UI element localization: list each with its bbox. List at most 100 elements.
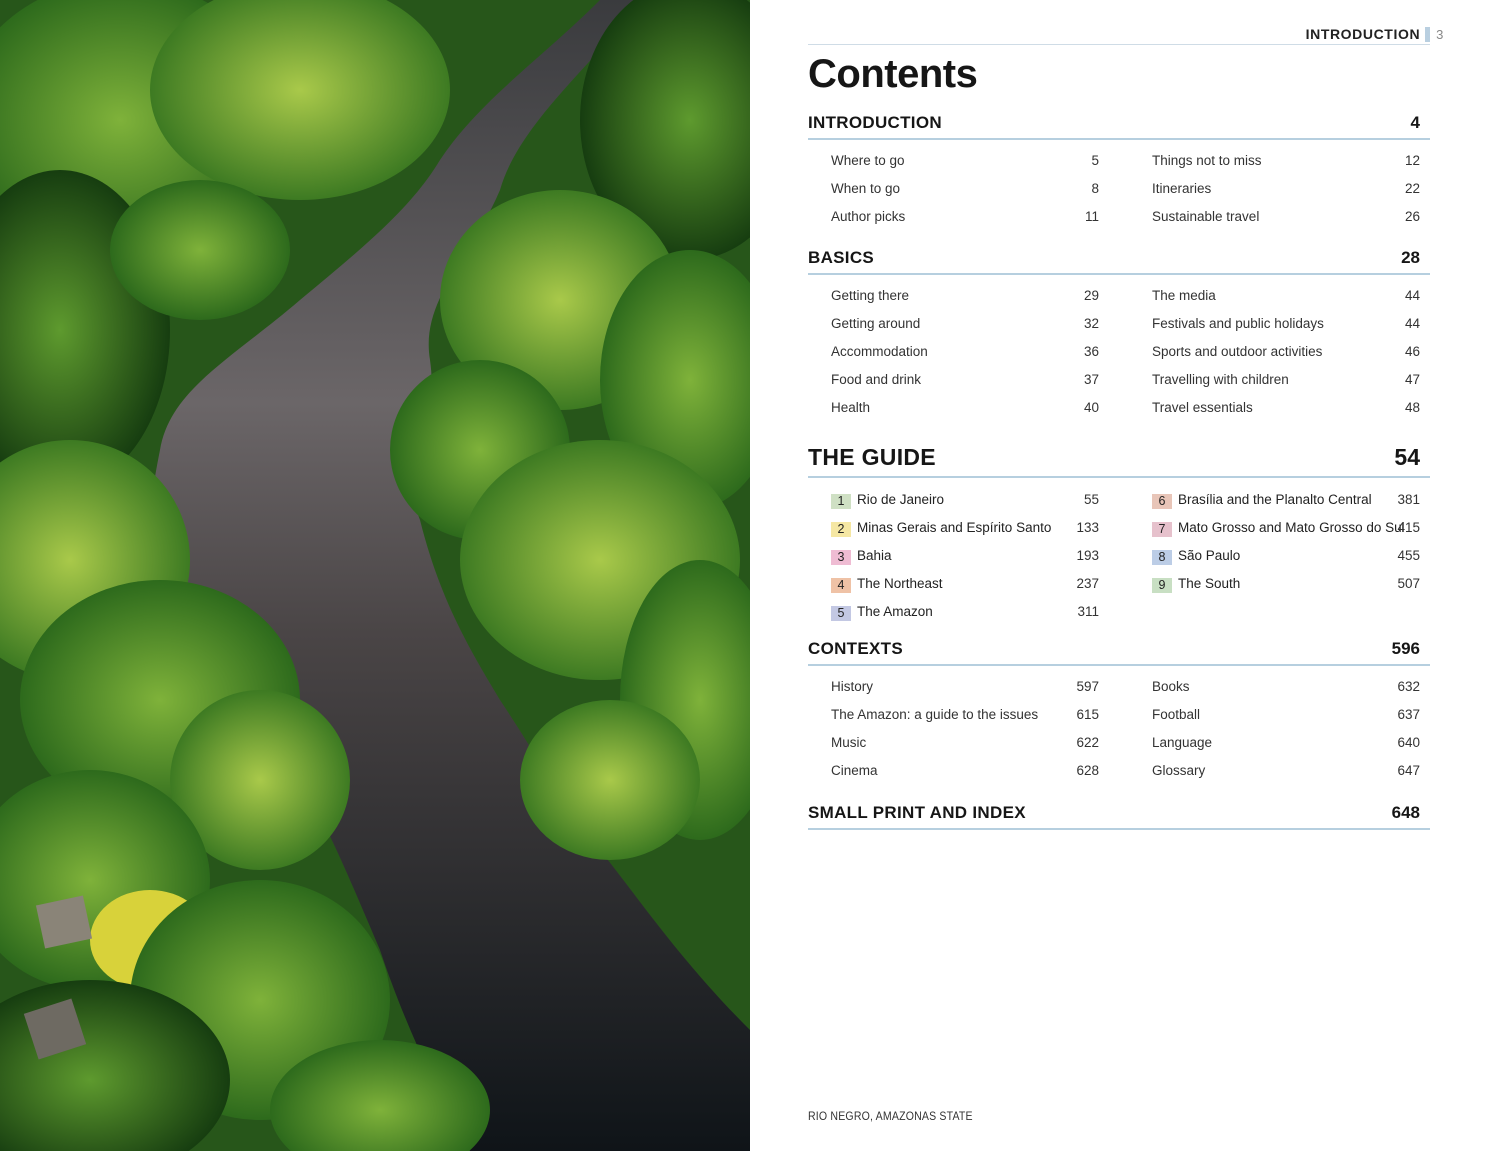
toc-entry[interactable]: Getting around 32 <box>831 311 1099 339</box>
guide-chapter-entry[interactable]: 2 Minas Gerais and Espírito Santo 133 <box>831 515 1099 543</box>
entry-page: 44 <box>1404 316 1420 331</box>
entry-label: Travelling with children <box>1152 372 1289 387</box>
guide-chapter-entry[interactable]: 5 The Amazon 311 <box>831 599 1099 627</box>
chapter-number-chip: 9 <box>1152 578 1172 593</box>
toc-entry[interactable]: Glossary 647 <box>1152 758 1420 786</box>
guide-chapter-entry[interactable]: 8 São Paulo 455 <box>1152 543 1420 571</box>
entry-label: Books <box>1152 679 1190 694</box>
toc-entry[interactable]: Where to go 5 <box>831 148 1099 176</box>
section-small-print: SMALL PRINT AND INDEX 648 <box>808 802 1430 830</box>
entry-page: 36 <box>1083 344 1099 359</box>
entry-label: Brasília and the Planalto Central <box>1178 492 1372 507</box>
chapter-number-chip: 1 <box>831 494 851 509</box>
section-name: CONTEXTS <box>808 639 903 658</box>
chapter-number-chip: 7 <box>1152 522 1172 537</box>
entry-label: Health <box>831 400 871 415</box>
toc-entry[interactable]: Sports and outdoor activities 46 <box>1152 339 1420 367</box>
section-introduction: INTRODUCTION 4 Where to go 5 When to go 8 … <box>808 112 1430 224</box>
section-heading[interactable]: CONTEXTS 596 <box>808 638 1430 666</box>
toc-entry[interactable]: Football 637 <box>1152 702 1420 730</box>
section-page: 28 <box>1401 248 1420 267</box>
entry-label: Minas Gerais and Espírito Santo <box>857 520 1052 535</box>
toc-entry[interactable]: Cinema 628 <box>831 758 1099 786</box>
entry-page: 632 <box>1397 679 1420 694</box>
toc-entry[interactable]: Itineraries 22 <box>1152 176 1420 204</box>
running-head: INTRODUCTION 3 <box>1306 26 1444 42</box>
section-heading[interactable]: SMALL PRINT AND INDEX 648 <box>808 802 1430 830</box>
top-rule <box>808 44 1430 45</box>
entry-page: 311 <box>1077 604 1099 619</box>
section-heading[interactable]: THE GUIDE 54 <box>808 444 1430 478</box>
running-head-section: INTRODUCTION <box>1305 26 1421 42</box>
toc-entry[interactable]: Music 622 <box>831 730 1099 758</box>
entry-page: 597 <box>1076 679 1099 694</box>
toc-entry[interactable]: Food and drink 37 <box>831 367 1099 395</box>
page-title: Contents <box>808 52 978 96</box>
entry-page: 11 <box>1084 209 1099 224</box>
entry-page: 8 <box>1091 181 1099 196</box>
toc-entry[interactable]: Things not to miss 12 <box>1152 148 1420 176</box>
entry-page: 381 <box>1397 492 1420 507</box>
chapter-number-chip: 3 <box>831 550 851 565</box>
entry-label: Sports and outdoor activities <box>1152 344 1323 359</box>
entry-label: Food and drink <box>831 372 922 387</box>
section-contexts: CONTEXTS 596 History 597 The Amazon: a gu… <box>808 638 1430 778</box>
entry-label: Music <box>831 735 867 750</box>
entry-label: The media <box>1152 288 1216 303</box>
section-heading[interactable]: INTRODUCTION 4 <box>808 112 1430 140</box>
photo-caption: RIO NEGRO, AMAZONAS STATE <box>808 1109 973 1123</box>
guide-chapter-entry[interactable]: 3 Bahia 193 <box>831 543 1099 571</box>
running-head-bar <box>1425 26 1431 42</box>
toc-entry[interactable]: Sustainable travel 26 <box>1152 204 1420 232</box>
section-name: THE GUIDE <box>808 444 936 470</box>
entry-page: 44 <box>1404 288 1420 303</box>
entry-label: Rio de Janeiro <box>857 492 945 507</box>
contents-page: INTRODUCTION 3 Contents INTRODUCTION 4 W… <box>750 0 1500 1151</box>
entry-page: 47 <box>1404 372 1420 387</box>
toc-entry[interactable]: Accommodation 36 <box>831 339 1099 367</box>
entry-label: Cinema <box>831 763 878 778</box>
entry-page: 12 <box>1404 153 1420 168</box>
guide-chapter-entry[interactable]: 4 The Northeast 237 <box>831 571 1099 599</box>
entry-label: Where to go <box>831 153 905 168</box>
chapter-number-chip: 5 <box>831 606 851 621</box>
guide-chapter-entry[interactable]: 9 The South 507 <box>1152 571 1420 599</box>
entry-page: 55 <box>1083 492 1099 507</box>
guide-chapter-entry[interactable]: 6 Brasília and the Planalto Central 381 <box>1152 487 1420 515</box>
entry-label: When to go <box>831 181 901 196</box>
entry-label: Bahia <box>857 548 892 563</box>
toc-entry[interactable]: History 597 <box>831 674 1099 702</box>
toc-entry[interactable]: Festivals and public holidays 44 <box>1152 311 1420 339</box>
toc-entry[interactable]: Language 640 <box>1152 730 1420 758</box>
toc-entry[interactable]: Books 632 <box>1152 674 1420 702</box>
section-page: 4 <box>1410 113 1420 132</box>
entry-label: The South <box>1178 576 1241 591</box>
running-head-page: 3 <box>1436 26 1444 42</box>
entry-label: Language <box>1152 735 1213 750</box>
entry-page: 133 <box>1076 520 1099 535</box>
toc-entry[interactable]: Author picks 11 <box>831 204 1099 232</box>
entry-page: 647 <box>1397 763 1420 778</box>
toc-entry[interactable]: Travel essentials 48 <box>1152 395 1420 423</box>
entry-page: 637 <box>1397 707 1420 722</box>
toc-entry[interactable]: The Amazon: a guide to the issues 615 <box>831 702 1099 730</box>
entry-label: Accommodation <box>831 344 928 359</box>
chapter-number-chip: 2 <box>831 522 851 537</box>
guide-chapter-entry[interactable]: 7 Mato Grosso and Mato Grosso do Sul 415 <box>1152 515 1420 543</box>
toc-entry[interactable]: Health 40 <box>831 395 1099 423</box>
entry-page: 507 <box>1397 576 1420 591</box>
chapter-number-chip: 6 <box>1152 494 1172 509</box>
toc-entry[interactable]: The media 44 <box>1152 283 1420 311</box>
toc-entry[interactable]: When to go 8 <box>831 176 1099 204</box>
toc-entry[interactable]: Travelling with children 47 <box>1152 367 1420 395</box>
entry-page: 46 <box>1404 344 1420 359</box>
guide-chapter-entry[interactable]: 1 Rio de Janeiro 55 <box>831 487 1099 515</box>
entry-page: 193 <box>1076 548 1099 563</box>
entry-label: The Amazon <box>857 604 933 619</box>
toc-entry[interactable]: Getting there 29 <box>831 283 1099 311</box>
entry-label: Getting there <box>831 288 910 303</box>
entry-label: History <box>831 679 874 694</box>
entry-label: Things not to miss <box>1152 153 1262 168</box>
section-heading[interactable]: BASICS 28 <box>808 247 1430 275</box>
entry-label: Author picks <box>831 209 906 224</box>
